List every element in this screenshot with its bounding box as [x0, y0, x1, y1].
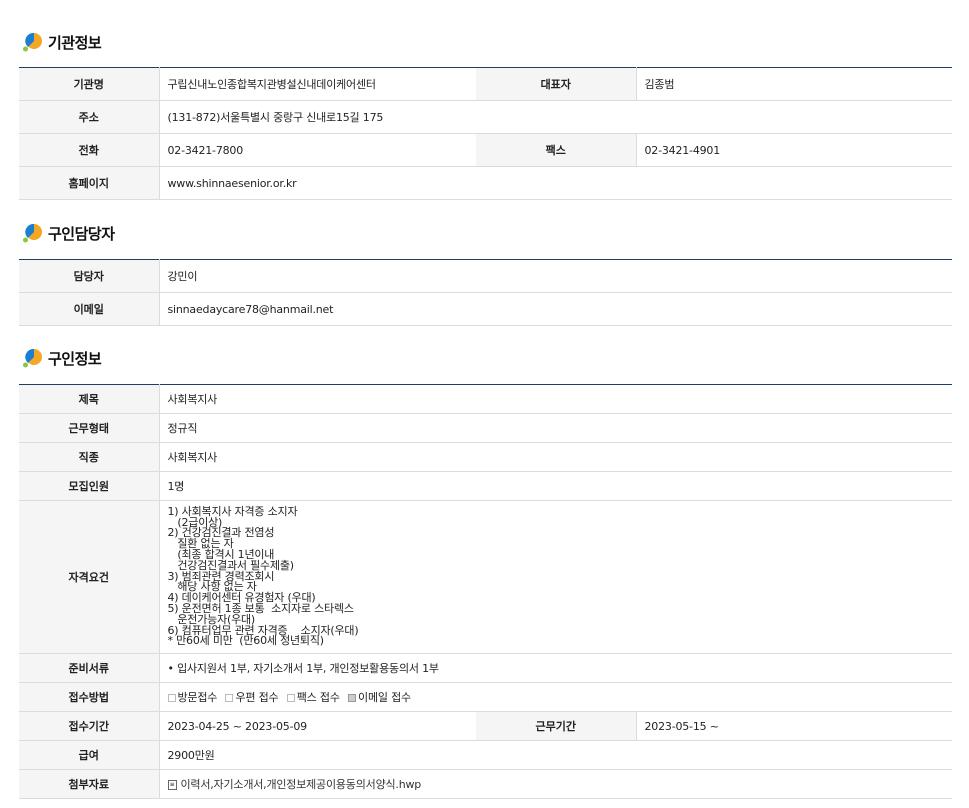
qualifications: 1) 사회복지사 자격증 소지자 (2급이상) 2) 건강검진결과 전염성 질환… — [159, 500, 952, 654]
type-label: 근무형태 — [19, 413, 160, 443]
table-row: 제목 사회복지사 — [19, 384, 952, 414]
method-mail: 우편 접수 — [225, 691, 279, 704]
attachment-link[interactable]: 이력서,자기소개서,개인정보제공이용동의서양식.hwp — [181, 778, 422, 791]
checkbox-checked-icon — [348, 694, 357, 702]
section-bullet-icon — [22, 347, 44, 369]
table-row: 기관명 구립신내노인종합복지관병설신내데이케어센터 대표자 김종범 — [19, 67, 952, 101]
apply-methods: 방문접수 우편 접수 팩스 접수 이메일 접수 — [159, 682, 952, 712]
section-header-job: 구인정보 — [22, 346, 102, 370]
table-row: 자격요건 1) 사회복지사 자격증 소지자 (2급이상) 2) 건강검진결과 전… — [19, 500, 952, 654]
checkbox-icon — [225, 694, 234, 702]
rep-label: 대표자 — [476, 67, 637, 101]
checkbox-icon — [167, 694, 176, 702]
table-row: 첨부자료 ≡ 이력서,자기소개서,개인정보제공이용동의서양식.hwp — [19, 769, 952, 799]
method-email: 이메일 접수 — [348, 691, 411, 704]
occupation-label: 직종 — [19, 442, 160, 472]
homepage-link[interactable]: www.shinnaesenior.or.kr — [159, 166, 952, 200]
manager-label: 담당자 — [19, 259, 160, 293]
salary-label: 급여 — [19, 740, 160, 770]
occupation: 사회복지사 — [159, 442, 952, 472]
tel: 02-3421-7800 — [159, 133, 476, 167]
section-header-org: 기관정보 — [22, 30, 102, 54]
org-name-label: 기관명 — [19, 67, 160, 101]
method-fax: 팩스 접수 — [286, 691, 340, 704]
section-header-contact: 구인담당자 — [22, 221, 115, 245]
method-visit: 방문접수 — [167, 691, 217, 704]
section-bullet-icon — [22, 222, 44, 244]
work-label: 근무기간 — [476, 711, 637, 741]
apply-period: 2023-04-25 ~ 2023-05-09 — [159, 711, 476, 741]
table-row: 근무형태 정규직 — [19, 413, 952, 443]
docs-label: 준비서류 — [19, 653, 160, 683]
job-type: 정규직 — [159, 413, 952, 443]
fax: 02-3421-4901 — [636, 133, 952, 167]
table-row: 모집인원 1명 — [19, 471, 952, 501]
contact-table: 담당자 강민이 이메일 sinnaedaycare78@hanmail.net — [19, 259, 952, 326]
tel-label: 전화 — [19, 133, 160, 167]
salary: 2900만원 — [159, 740, 952, 770]
address: (131-872)서울특별시 중랑구 신내로15길 175 — [159, 100, 952, 134]
headcount-label: 모집인원 — [19, 471, 160, 501]
method-label: 접수방법 — [19, 682, 160, 712]
web-label: 홈페이지 — [19, 166, 160, 200]
work-period: 2023-05-15 ~ — [636, 711, 952, 741]
attach-label: 첨부자료 — [19, 769, 160, 799]
job-table: 제목 사회복지사 근무형태 정규직 직종 사회복지사 모집인원 1명 자격요건 … — [19, 384, 952, 799]
manager-name: 강민이 — [159, 259, 952, 293]
addr-label: 주소 — [19, 100, 160, 134]
rep-name: 김종범 — [636, 67, 952, 101]
checkbox-icon — [286, 694, 295, 702]
table-row: 준비서류 • 입사지원서 1부, 자기소개서 1부, 개인정보활용동의서 1부 — [19, 653, 952, 683]
org-name: 구립신내노인종합복지관병설신내데이케어센터 — [159, 67, 476, 101]
section-title: 기관정보 — [48, 33, 102, 52]
table-row: 접수방법 방문접수 우편 접수 팩스 접수 이메일 접수 — [19, 682, 952, 712]
section-title: 구인담당자 — [48, 224, 115, 243]
fax-label: 팩스 — [476, 133, 637, 167]
email[interactable]: sinnaedaycare78@hanmail.net — [159, 292, 952, 326]
table-row: 직종 사회복지사 — [19, 442, 952, 472]
attachment: ≡ 이력서,자기소개서,개인정보제공이용동의서양식.hwp — [159, 769, 952, 799]
qual-label: 자격요건 — [19, 500, 160, 654]
org-info-table: 기관명 구립신내노인종합복지관병설신내데이케어센터 대표자 김종범 주소 (13… — [19, 67, 952, 200]
table-row: 접수기간 2023-04-25 ~ 2023-05-09 근무기간 2023-0… — [19, 711, 952, 741]
email-label: 이메일 — [19, 292, 160, 326]
section-bullet-icon — [22, 31, 44, 53]
section-title: 구인정보 — [48, 349, 102, 368]
table-row: 주소 (131-872)서울특별시 중랑구 신내로15길 175 — [19, 100, 952, 134]
table-row: 담당자 강민이 — [19, 259, 952, 293]
job-title: 사회복지사 — [159, 384, 952, 414]
table-row: 홈페이지 www.shinnaesenior.or.kr — [19, 166, 952, 200]
table-row: 이메일 sinnaedaycare78@hanmail.net — [19, 292, 952, 326]
headcount: 1명 — [159, 471, 952, 501]
table-row: 전화 02-3421-7800 팩스 02-3421-4901 — [19, 133, 952, 167]
period-label: 접수기간 — [19, 711, 160, 741]
table-row: 급여 2900만원 — [19, 740, 952, 770]
required-docs: • 입사지원서 1부, 자기소개서 1부, 개인정보활용동의서 1부 — [159, 653, 952, 683]
title-label: 제목 — [19, 384, 160, 414]
file-icon: ≡ — [167, 780, 177, 790]
